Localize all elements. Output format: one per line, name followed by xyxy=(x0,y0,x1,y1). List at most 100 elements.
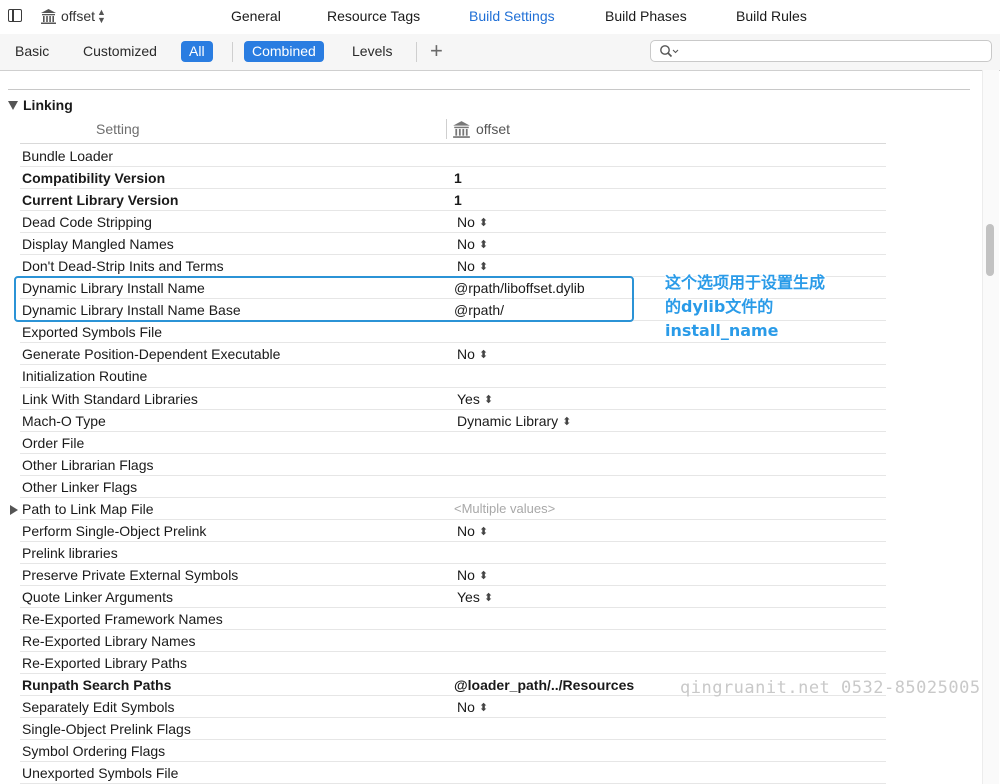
setting-row[interactable]: Single-Object Prelink Flags xyxy=(0,718,1000,741)
setting-row[interactable]: Link With Standard Libraries Yes ⬍ xyxy=(0,388,1000,410)
setting-row[interactable]: Current Library Version 1 xyxy=(0,189,1000,212)
sidebar-toggle-icon[interactable] xyxy=(8,9,22,22)
setting-value[interactable]: <Multiple values> xyxy=(454,501,555,516)
filter-combined-button[interactable]: Combined xyxy=(244,41,324,62)
chevron-updown-icon: ⬍ xyxy=(483,591,494,604)
setting-row[interactable]: Separately Edit Symbols No ⬍ xyxy=(0,696,1000,719)
setting-row[interactable]: Path to Link Map File <Multiple values> xyxy=(0,498,1000,520)
section-title: Linking xyxy=(23,97,73,113)
setting-value-text: No xyxy=(457,566,475,583)
setting-value[interactable]: 1 xyxy=(454,170,462,186)
add-setting-icon[interactable]: + xyxy=(430,38,443,64)
filter-all-button[interactable]: All xyxy=(181,41,213,62)
setting-row[interactable]: Re-Exported Library Names xyxy=(0,630,1000,653)
setting-value-popup[interactable]: No ⬍ xyxy=(457,523,488,539)
setting-name: Prelink libraries xyxy=(22,544,118,561)
search-input[interactable] xyxy=(681,42,985,62)
chevron-updown-icon: ⬍ xyxy=(478,525,489,538)
setting-name: Unexported Symbols File xyxy=(22,765,179,782)
setting-value[interactable]: @loader_path/../Resources xyxy=(454,677,634,693)
column-header-target: offset xyxy=(452,119,510,139)
annotation-line: 的dylib文件的 xyxy=(665,297,774,316)
setting-value-text: No xyxy=(457,258,475,275)
setting-row[interactable]: Symbol Ordering Flags xyxy=(0,740,1000,763)
setting-value-popup[interactable]: No ⬍ xyxy=(457,236,488,252)
setting-row[interactable]: Preserve Private External Symbols No ⬍ xyxy=(0,564,1000,586)
setting-value-popup[interactable]: No ⬍ xyxy=(457,699,488,715)
target-bank-icon xyxy=(453,120,470,138)
setting-value-popup[interactable]: Dynamic Library ⬍ xyxy=(457,413,571,429)
header-rule xyxy=(20,143,886,144)
divider xyxy=(232,42,233,62)
setting-value-text: No xyxy=(457,522,475,539)
setting-row[interactable]: Dead Code Stripping No ⬍ xyxy=(0,211,1000,234)
setting-row[interactable]: Display Mangled Names No ⬍ xyxy=(0,233,1000,256)
filter-basic-button[interactable]: Basic xyxy=(15,43,49,59)
setting-name: Bundle Loader xyxy=(22,148,114,164)
tab-build-phases[interactable]: Build Phases xyxy=(605,8,687,24)
setting-row[interactable]: Mach-O Type Dynamic Library ⬍ xyxy=(0,410,1000,432)
setting-value-text: <Multiple values> xyxy=(454,500,556,516)
search-icon xyxy=(660,45,679,58)
annotation-line: install_name xyxy=(665,321,779,340)
annotation-note: 这个选项用于设置生成 的dylib文件的 install_name xyxy=(665,271,865,343)
setting-row[interactable]: Other Linker Flags xyxy=(0,476,1000,498)
column-target-name: offset xyxy=(476,121,510,137)
setting-value-popup[interactable]: No ⬍ xyxy=(457,346,488,362)
setting-value-popup[interactable]: No ⬍ xyxy=(457,214,488,230)
setting-name: Compatibility Version xyxy=(22,170,166,187)
setting-value-text: Yes xyxy=(457,390,480,407)
setting-row[interactable]: Unexported Symbols File xyxy=(0,762,1000,784)
setting-row[interactable]: Perform Single-Object Prelink No ⬍ xyxy=(0,520,1000,542)
chevron-updown-icon: ▲ ▼ xyxy=(97,7,106,25)
setting-name: Display Mangled Names xyxy=(22,236,174,253)
setting-name: Don't Dead-Strip Inits and Terms xyxy=(22,258,224,275)
setting-row[interactable]: Re-Exported Framework Names xyxy=(0,608,1000,631)
setting-value-popup[interactable]: No ⬍ xyxy=(457,567,488,583)
watermark: qingruanit.net 0532-85025005 xyxy=(680,678,981,698)
setting-row[interactable]: Prelink libraries xyxy=(0,542,1000,564)
setting-name: Re-Exported Library Names xyxy=(22,633,196,650)
scrollbar-thumb[interactable] xyxy=(986,224,994,276)
scrollbar-track[interactable] xyxy=(982,70,999,784)
section-rule xyxy=(8,89,970,90)
setting-row[interactable]: Quote Linker Arguments Yes ⬍ xyxy=(0,586,1000,609)
setting-name: Separately Edit Symbols xyxy=(22,699,175,716)
editor-tab-bar: offset ▲ ▼ General Resource Tags Build Se… xyxy=(0,0,1000,35)
setting-name: Mach-O Type xyxy=(22,412,106,429)
setting-name: Current Library Version xyxy=(22,192,179,209)
disclosure-triangle-icon[interactable] xyxy=(10,504,18,515)
search-field[interactable] xyxy=(650,40,992,62)
setting-value-popup[interactable]: No ⬍ xyxy=(457,258,488,274)
setting-value-popup[interactable]: Yes ⬍ xyxy=(457,391,493,407)
setting-row[interactable]: Order File xyxy=(0,432,1000,454)
setting-name: Other Librarian Flags xyxy=(22,456,154,473)
highlight-box xyxy=(14,276,634,322)
section-linking-header[interactable]: Linking xyxy=(8,96,73,114)
setting-name: Single-Object Prelink Flags xyxy=(22,721,191,738)
tab-resource-tags[interactable]: Resource Tags xyxy=(327,8,420,24)
setting-name: Quote Linker Arguments xyxy=(22,588,173,605)
setting-name: Path to Link Map File xyxy=(22,500,154,517)
setting-name: Symbol Ordering Flags xyxy=(22,743,166,760)
setting-row[interactable]: Compatibility Version 1 xyxy=(0,167,1000,190)
chevron-updown-icon: ⬍ xyxy=(483,393,494,406)
filter-levels-button[interactable]: Levels xyxy=(352,43,392,59)
setting-row[interactable]: Other Librarian Flags xyxy=(0,454,1000,476)
tab-build-settings[interactable]: Build Settings xyxy=(469,8,555,24)
setting-row[interactable]: Initialization Routine xyxy=(0,365,1000,388)
tab-build-rules[interactable]: Build Rules xyxy=(736,8,807,24)
tab-general[interactable]: General xyxy=(231,8,281,24)
filter-customized-button[interactable]: Customized xyxy=(83,43,157,59)
setting-row[interactable]: Generate Position-Dependent Executable No… xyxy=(0,343,1000,366)
chevron-updown-icon: ⬍ xyxy=(478,239,489,252)
target-picker[interactable]: offset ▲ ▼ xyxy=(40,6,106,26)
setting-name: Order File xyxy=(22,434,85,451)
disclosure-triangle-icon[interactable] xyxy=(8,100,18,110)
chevron-updown-icon: ⬍ xyxy=(478,569,489,582)
setting-row[interactable]: Bundle Loader xyxy=(0,145,1000,168)
setting-value[interactable]: 1 xyxy=(454,192,462,208)
setting-row[interactable]: Re-Exported Library Paths xyxy=(0,652,1000,675)
setting-name: Dead Code Stripping xyxy=(22,214,152,231)
setting-value-popup[interactable]: Yes ⬍ xyxy=(457,589,493,605)
